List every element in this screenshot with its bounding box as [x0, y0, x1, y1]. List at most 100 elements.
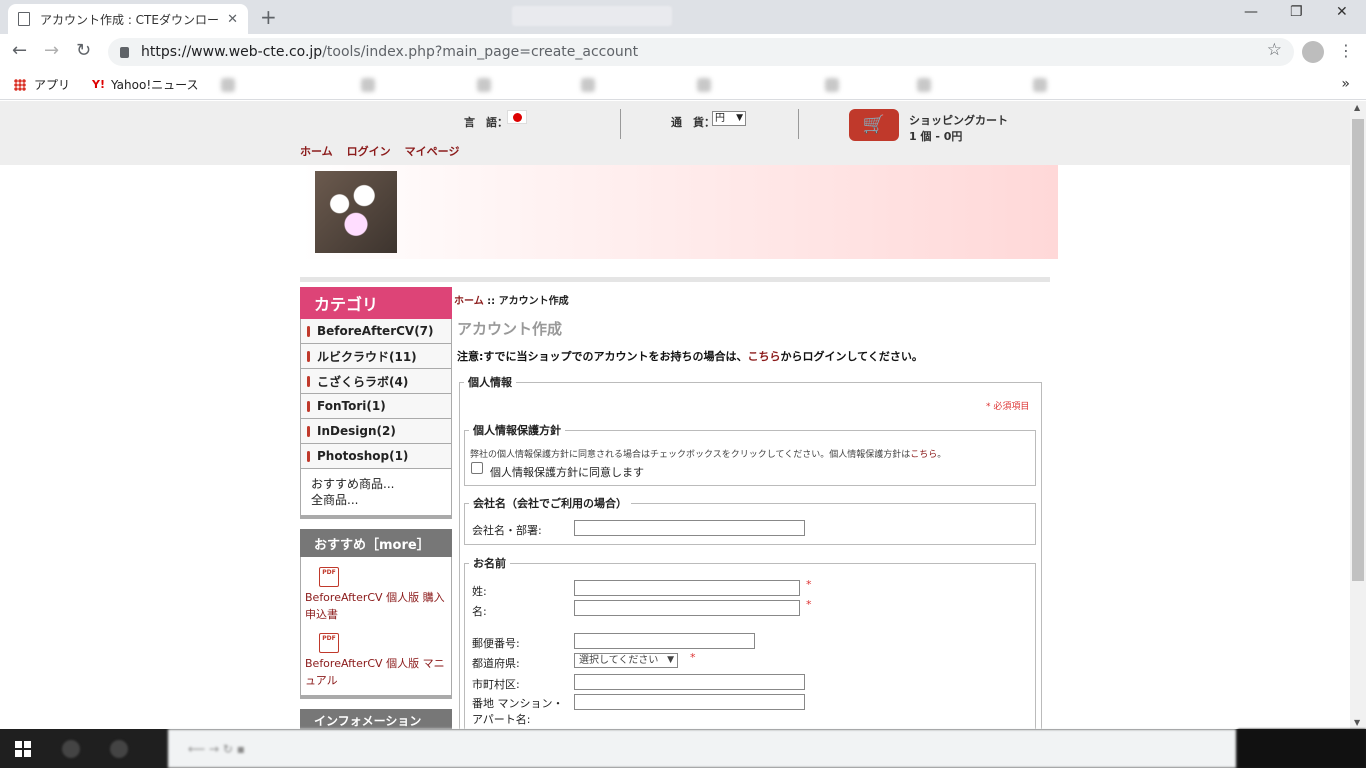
recommend-header[interactable]: おすすめ［more］ [300, 529, 452, 557]
category-item[interactable]: ルビクラウド(11) [300, 344, 452, 369]
currency-select[interactable]: 円 ▼ [712, 111, 746, 126]
nav-mypage[interactable]: マイページ [405, 143, 460, 159]
bookmark-star-icon[interactable]: ☆ [1267, 40, 1282, 60]
pdf-icon[interactable]: PDF [319, 633, 339, 653]
link-preview-bar: ⟵ → ↻ ▪ [168, 729, 1236, 768]
search-icon[interactable] [62, 740, 80, 758]
currency-label: 通 貨： [671, 116, 715, 129]
information-header: インフォメーション [300, 709, 452, 729]
task-view-icon[interactable] [110, 740, 128, 758]
windows-taskbar: ⟵ → ↻ ▪ [0, 729, 1366, 768]
city-input[interactable] [574, 674, 805, 690]
browser-tab-strip: アカウント作成 : CTEダウンロードサイト ✕ + — ❐ ✕ [0, 0, 1366, 34]
privacy-agree-checkbox[interactable] [471, 462, 483, 474]
reload-button[interactable]: ↻ [76, 40, 91, 62]
bookmarks-bar: アプリ Y! Yahoo!ニュース » [0, 70, 1366, 100]
thermometer-icon [307, 450, 310, 462]
active-tab[interactable]: アカウント作成 : CTEダウンロードサイト ✕ [8, 4, 248, 34]
window-close-button[interactable]: ✕ [1336, 4, 1348, 20]
category-item[interactable]: InDesign(2) [300, 419, 452, 444]
scroll-down-icon[interactable]: ▼ [1354, 718, 1360, 727]
apps-grid-icon [14, 78, 26, 91]
page-viewport: 言 語： 通 貨： 円 ▼ 🛒 ショッピングカート 1 個 - 0円 ホーム ログ… [0, 101, 1350, 729]
recommend-box: PDF BeforeAfterCV 個人版 購入申込書 PDF BeforeAf… [300, 557, 452, 699]
back-button[interactable]: ← [12, 40, 27, 62]
prefecture-label: 都道府県: [472, 657, 520, 670]
bookmark-blurred[interactable] [696, 76, 803, 93]
last-name-label: 姓: [472, 585, 487, 598]
scroll-up-icon[interactable]: ▲ [1354, 103, 1360, 112]
bookmark-blurred[interactable] [360, 76, 455, 93]
japan-flag-icon[interactable] [507, 110, 527, 124]
cart-count: 1 個 - 0円 [909, 130, 963, 143]
pdf-icon[interactable]: PDF [319, 567, 339, 587]
bookmark-blurred[interactable] [476, 76, 559, 93]
required-mark: * [690, 651, 696, 664]
category-item[interactable]: こざくらラボ(4) [300, 369, 452, 394]
company-input[interactable] [574, 520, 805, 536]
nav-login[interactable]: ログイン [347, 143, 391, 159]
login-notice: 注意:すでに当ショップでのアカウントをお持ちの場合は、こちらからログインしてくだ… [457, 350, 923, 363]
page-scrollbar[interactable]: ▲ ▼ [1350, 101, 1366, 729]
thermometer-icon [307, 400, 310, 412]
bookmark-blurred[interactable] [916, 76, 1011, 93]
bookmark-blurred[interactable] [1032, 76, 1127, 93]
company-label: 会社名・部署: [472, 524, 542, 537]
address-bar[interactable]: https://www.web-cte.co.jp/tools/index.ph… [108, 38, 1294, 66]
extension-icons [512, 6, 672, 26]
nav-home[interactable]: ホーム [300, 143, 333, 159]
bookmarks-overflow-button[interactable]: » [1341, 76, 1350, 92]
thermometer-icon [307, 350, 310, 362]
recommend-link[interactable]: BeforeAfterCV 個人版 マニュアル [305, 655, 447, 689]
yahoo-icon: Y! [92, 78, 105, 91]
content-divider [300, 277, 1050, 282]
prefecture-select[interactable]: 選択してください ▼ [574, 653, 678, 668]
address-label: 番地 マンション・ アパート名: [472, 697, 564, 726]
bookmark-yahoo-news[interactable]: Y! Yahoo!ニュース [92, 76, 199, 93]
breadcrumb-home[interactable]: ホーム [454, 296, 484, 307]
recommend-link[interactable]: BeforeAfterCV 個人版 購入申込書 [305, 589, 447, 623]
first-name-input[interactable] [574, 600, 800, 616]
required-note: * 必須項目 [986, 402, 1030, 412]
bookmark-blurred[interactable] [580, 76, 675, 93]
login-link[interactable]: こちら [748, 350, 781, 363]
minimize-button[interactable]: — [1244, 4, 1258, 20]
header-divider [620, 109, 621, 139]
all-products-link[interactable]: 全商品... [311, 492, 441, 508]
browser-menu-icon[interactable]: ⋮ [1338, 40, 1354, 62]
url-text: https://www.web-cte.co.jp/tools/index.ph… [141, 44, 639, 60]
new-tab-button[interactable]: + [260, 4, 277, 30]
last-name-input[interactable] [574, 580, 800, 596]
forward-button[interactable]: → [44, 40, 59, 62]
privacy-agree-label[interactable]: 個人情報保護方針に同意します [490, 464, 644, 480]
category-header: カテゴリ [300, 287, 452, 319]
scroll-thumb[interactable] [1352, 119, 1364, 581]
cherry-blossom-logo[interactable] [315, 171, 397, 253]
cart-title[interactable]: ショッピングカート [909, 112, 1008, 128]
bookmark-blurred[interactable] [824, 76, 895, 93]
category-links: おすすめ商品... 全商品... [300, 469, 452, 519]
maximize-button[interactable]: ❐ [1290, 4, 1303, 20]
site-header: 言 語： 通 貨： 円 ▼ 🛒 ショッピングカート 1 個 - 0円 ホーム ログ… [0, 101, 1350, 165]
category-item[interactable]: BeforeAfterCV(7) [300, 319, 452, 344]
windows-start-icon[interactable] [15, 741, 31, 757]
thermometer-icon [307, 375, 310, 387]
required-mark: * [806, 598, 812, 611]
browser-toolbar: ← → ↻ https://www.web-cte.co.jp/tools/in… [0, 34, 1366, 70]
privacy-policy-link[interactable]: こちら [910, 450, 937, 460]
lock-icon [120, 46, 129, 58]
bookmark-apps[interactable]: アプリ [14, 76, 70, 93]
chevron-down-icon: ▼ [667, 655, 674, 665]
category-item[interactable]: FonTori(1) [300, 394, 452, 419]
address-input[interactable] [574, 694, 805, 710]
category-item[interactable]: Photoshop(1) [300, 444, 452, 469]
bookmark-blurred[interactable] [220, 76, 339, 93]
shopping-cart-icon[interactable]: 🛒 [849, 109, 899, 141]
header-divider [798, 109, 799, 139]
postal-code-label: 郵便番号: [472, 637, 520, 650]
privacy-legend: 個人情報保護方針 [473, 424, 561, 437]
profile-avatar[interactable] [1302, 41, 1324, 63]
tab-close-icon[interactable]: ✕ [227, 12, 238, 27]
postal-code-input[interactable] [574, 633, 755, 649]
featured-products-link[interactable]: おすすめ商品... [311, 476, 441, 492]
